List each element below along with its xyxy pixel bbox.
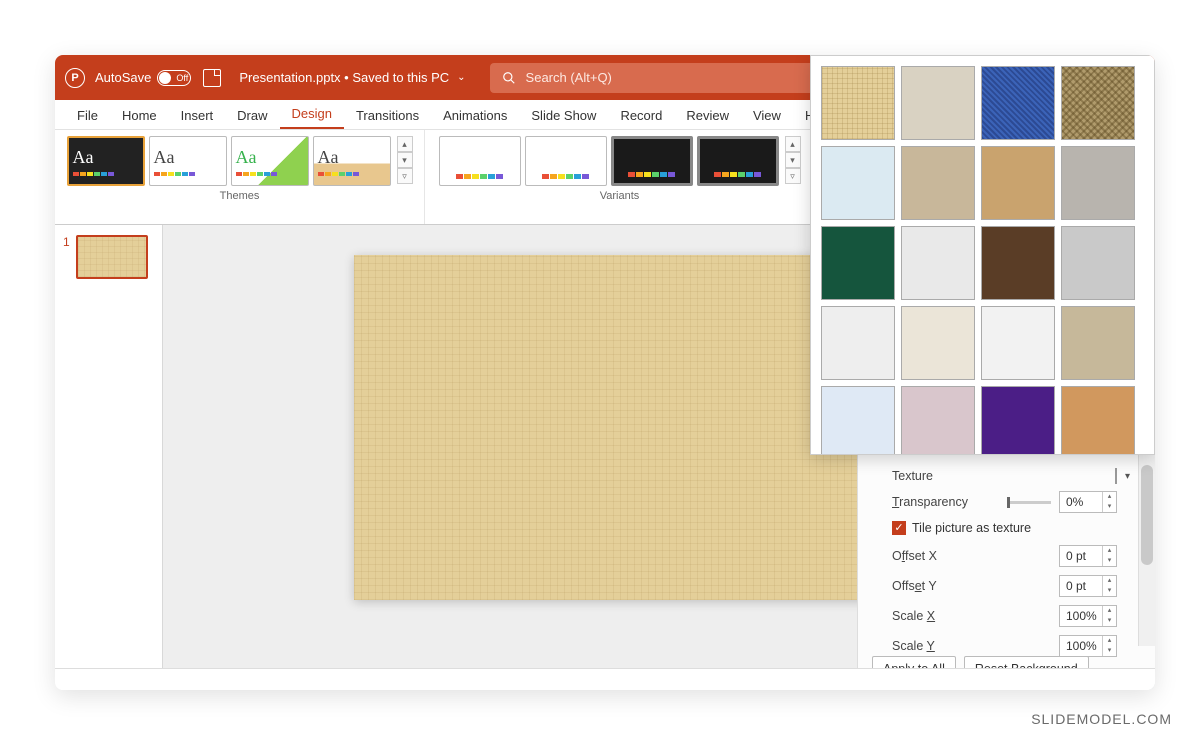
app-window: P AutoSave Off Presentation.pptx • Saved… bbox=[55, 55, 1155, 690]
texture-swatch-8[interactable] bbox=[1061, 146, 1135, 220]
variant-thumb-3[interactable] bbox=[611, 136, 693, 186]
offset-y-input[interactable]: 0 pt▴▾ bbox=[1059, 575, 1117, 597]
texture-label: Texture bbox=[892, 469, 933, 483]
tab-review[interactable]: Review bbox=[674, 104, 741, 129]
tab-home[interactable]: Home bbox=[110, 104, 169, 129]
theme-aa: Aa bbox=[154, 147, 222, 168]
tab-record[interactable]: Record bbox=[608, 104, 674, 129]
texture-swatch-11[interactable] bbox=[981, 226, 1055, 300]
themes-group: Aa Aa Aa Aa ▴▾▿ Themes bbox=[55, 130, 425, 224]
texture-picker-button[interactable] bbox=[1115, 468, 1117, 484]
transparency-input[interactable]: 0% ▴▾ bbox=[1059, 491, 1117, 513]
texture-swatch-7[interactable] bbox=[981, 146, 1055, 220]
themes-gallery[interactable]: Aa Aa Aa Aa ▴▾▿ bbox=[67, 136, 413, 186]
tab-view[interactable]: View bbox=[741, 104, 793, 129]
tab-animations[interactable]: Animations bbox=[431, 104, 519, 129]
texture-swatch-14[interactable] bbox=[901, 306, 975, 380]
offset-y-label: Offset Y bbox=[892, 579, 937, 593]
themes-scroll[interactable]: ▴▾▿ bbox=[397, 136, 413, 184]
variants-gallery[interactable]: ▴▾▿ bbox=[439, 136, 801, 186]
texture-gallery-popup[interactable] bbox=[810, 55, 1155, 455]
panel-scrollbar[interactable] bbox=[1138, 455, 1155, 646]
variant-thumb-1[interactable] bbox=[439, 136, 521, 186]
themes-group-label: Themes bbox=[220, 190, 260, 202]
theme-thumb-2[interactable]: Aa bbox=[149, 136, 227, 186]
offset-x-input[interactable]: 0 pt▴▾ bbox=[1059, 545, 1117, 567]
variants-group-label: Variants bbox=[600, 190, 640, 202]
texture-swatch-10[interactable] bbox=[901, 226, 975, 300]
powerpoint-icon: P bbox=[65, 68, 85, 88]
slide-thumbnail-1[interactable] bbox=[76, 235, 148, 279]
variant-thumb-4[interactable] bbox=[697, 136, 779, 186]
status-bar bbox=[55, 668, 1155, 690]
chevron-down-icon[interactable]: ⌄ bbox=[457, 72, 465, 83]
tile-checkbox-row[interactable]: ✓ Tile picture as texture bbox=[872, 517, 1141, 541]
tab-draw[interactable]: Draw bbox=[225, 104, 279, 129]
texture-swatch-17[interactable] bbox=[821, 386, 895, 455]
texture-swatch-4[interactable] bbox=[1061, 66, 1135, 140]
format-background-panel: Texture Transparency 0% ▴▾ ✓ Tile pictur… bbox=[857, 455, 1155, 690]
tab-transitions[interactable]: Transitions bbox=[344, 104, 431, 129]
autosave-label: AutoSave bbox=[95, 70, 151, 85]
texture-swatch-21[interactable] bbox=[1061, 386, 1135, 455]
tab-design[interactable]: Design bbox=[280, 102, 344, 129]
theme-aa: Aa bbox=[236, 147, 304, 168]
tab-insert[interactable]: Insert bbox=[169, 104, 226, 129]
search-icon bbox=[502, 71, 516, 85]
autosave-state: Off bbox=[176, 73, 188, 83]
texture-swatch-3[interactable] bbox=[981, 66, 1055, 140]
tab-file[interactable]: File bbox=[65, 104, 110, 129]
scale-y-input[interactable]: 100%▴▾ bbox=[1059, 635, 1117, 657]
theme-thumb-4[interactable]: Aa bbox=[313, 136, 391, 186]
tab-slide-show[interactable]: Slide Show bbox=[519, 104, 608, 129]
scale-x-label: Scale X bbox=[892, 609, 935, 623]
save-icon[interactable] bbox=[203, 69, 221, 87]
theme-thumb-3[interactable]: Aa bbox=[231, 136, 309, 186]
theme-aa: Aa bbox=[318, 147, 386, 168]
offset-x-label: Offset X bbox=[892, 549, 937, 563]
toggle-knob bbox=[159, 72, 171, 84]
slide-thumbnail-panel[interactable]: 1 bbox=[55, 225, 163, 690]
texture-swatch-15[interactable] bbox=[981, 306, 1055, 380]
slide-number: 1 bbox=[63, 235, 70, 249]
tile-checkbox[interactable]: ✓ bbox=[892, 521, 906, 535]
autosave-toggle[interactable]: Off bbox=[157, 70, 191, 86]
scale-x-input[interactable]: 100%▴▾ bbox=[1059, 605, 1117, 627]
transparency-slider[interactable] bbox=[1007, 501, 1051, 504]
theme-thumb-1[interactable]: Aa bbox=[67, 136, 145, 186]
search-placeholder: Search (Alt+Q) bbox=[526, 70, 612, 85]
texture-swatch-16[interactable] bbox=[1061, 306, 1135, 380]
texture-swatch-1[interactable] bbox=[821, 66, 895, 140]
texture-swatch-9[interactable] bbox=[821, 226, 895, 300]
transparency-label: Transparency bbox=[892, 495, 968, 509]
texture-swatch-6[interactable] bbox=[901, 146, 975, 220]
tile-label: Tile picture as texture bbox=[912, 521, 1031, 535]
variants-scroll[interactable]: ▴▾▿ bbox=[785, 136, 801, 184]
autosave-control[interactable]: AutoSave Off bbox=[95, 70, 191, 86]
variant-thumb-2[interactable] bbox=[525, 136, 607, 186]
texture-swatch-5[interactable] bbox=[821, 146, 895, 220]
texture-swatch-13[interactable] bbox=[821, 306, 895, 380]
watermark: SLIDEMODEL.COM bbox=[1031, 711, 1172, 727]
texture-swatch-18[interactable] bbox=[901, 386, 975, 455]
variants-group: ▴▾▿ Variants bbox=[425, 130, 815, 224]
texture-swatch-19[interactable] bbox=[981, 386, 1055, 455]
scale-y-label: Scale Y bbox=[892, 639, 935, 653]
texture-swatch-2[interactable] bbox=[901, 66, 975, 140]
document-title[interactable]: Presentation.pptx • Saved to this PC bbox=[239, 70, 449, 85]
texture-swatch-12[interactable] bbox=[1061, 226, 1135, 300]
search-input[interactable]: Search (Alt+Q) bbox=[490, 63, 850, 93]
theme-aa: Aa bbox=[73, 147, 139, 168]
